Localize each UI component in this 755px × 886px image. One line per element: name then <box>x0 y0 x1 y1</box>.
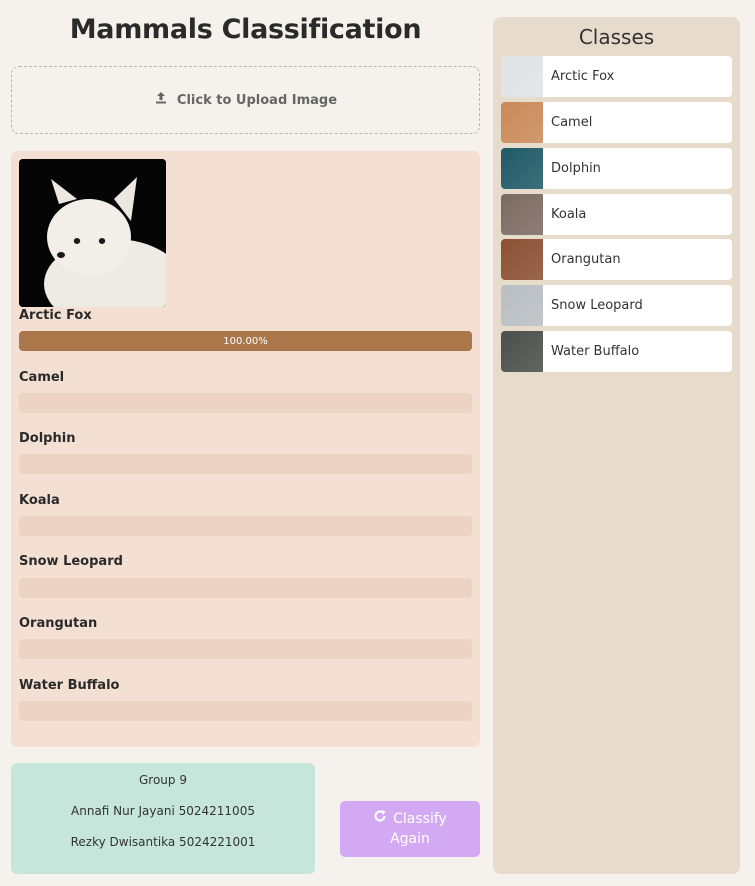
top-prediction-fill: 100.00% <box>19 331 472 351</box>
member-name: Rezky Dwisantika 5024221001 <box>70 835 256 849</box>
prediction-bar <box>19 639 472 659</box>
upload-dropzone[interactable]: Click to Upload Image <box>11 66 480 134</box>
prediction-label: Orangutan <box>19 616 98 631</box>
class-item-snow-leopard[interactable]: Snow Leopard <box>501 285 732 326</box>
sidebar-title: Classes <box>578 25 655 49</box>
prediction-bar <box>19 701 472 721</box>
class-item-label: Camel <box>551 115 593 130</box>
top-prediction-bar: 100.00% <box>19 331 472 351</box>
class-thumbnail <box>501 194 543 235</box>
top-prediction-label: Arctic Fox <box>19 308 92 323</box>
prediction-label: Water Buffalo <box>19 678 120 693</box>
class-item-label: Koala <box>551 207 587 222</box>
class-item-camel[interactable]: Camel <box>501 102 732 143</box>
class-thumbnail <box>501 102 543 143</box>
upload-label: Click to Upload Image <box>176 92 338 108</box>
upload-icon <box>154 91 168 109</box>
member-name: Annafi Nur Jayani 5024211005 <box>71 804 255 818</box>
prediction-label: Snow Leopard <box>19 554 123 569</box>
results-panel: Arctic Fox 100.00% Camel Dolphin Koala S… <box>11 151 480 747</box>
class-item-dolphin[interactable]: Dolphin <box>501 148 732 189</box>
classify-again-button[interactable]: Classify Again <box>340 801 480 857</box>
uploaded-image-preview <box>19 159 166 307</box>
refresh-icon <box>373 809 387 829</box>
class-thumbnail <box>501 56 543 97</box>
class-thumbnail <box>501 331 543 372</box>
class-item-label: Orangutan <box>551 252 621 267</box>
class-item-orangutan[interactable]: Orangutan <box>501 239 732 280</box>
page-title: Mammals Classification <box>69 14 422 45</box>
classify-button-label: Classify <box>393 811 447 827</box>
prediction-bar <box>19 578 472 598</box>
prediction-label: Koala <box>19 493 60 508</box>
prediction-bar <box>19 454 472 474</box>
prediction-label: Dolphin <box>19 431 76 446</box>
class-item-label: Snow Leopard <box>551 298 643 313</box>
class-item-label: Arctic Fox <box>551 69 615 84</box>
group-name: Group 9 <box>139 773 187 787</box>
class-thumbnail <box>501 239 543 280</box>
classify-button-label-2: Again <box>390 831 430 847</box>
class-item-koala[interactable]: Koala <box>501 194 732 235</box>
prediction-label: Camel <box>19 370 65 385</box>
class-item-water-buffalo[interactable]: Water Buffalo <box>501 331 732 372</box>
class-item-arctic-fox[interactable]: Arctic Fox <box>501 56 732 97</box>
class-item-label: Water Buffalo <box>551 344 640 359</box>
class-thumbnail <box>501 148 543 189</box>
credits-card: Group 9 Annafi Nur Jayani 5024211005 Rez… <box>11 763 315 874</box>
prediction-bar <box>19 393 472 413</box>
class-thumbnail <box>501 285 543 326</box>
prediction-bar <box>19 516 472 536</box>
class-item-label: Dolphin <box>551 161 601 176</box>
classes-sidebar: Classes Arctic Fox Camel Dolphin Koala O… <box>493 17 740 874</box>
